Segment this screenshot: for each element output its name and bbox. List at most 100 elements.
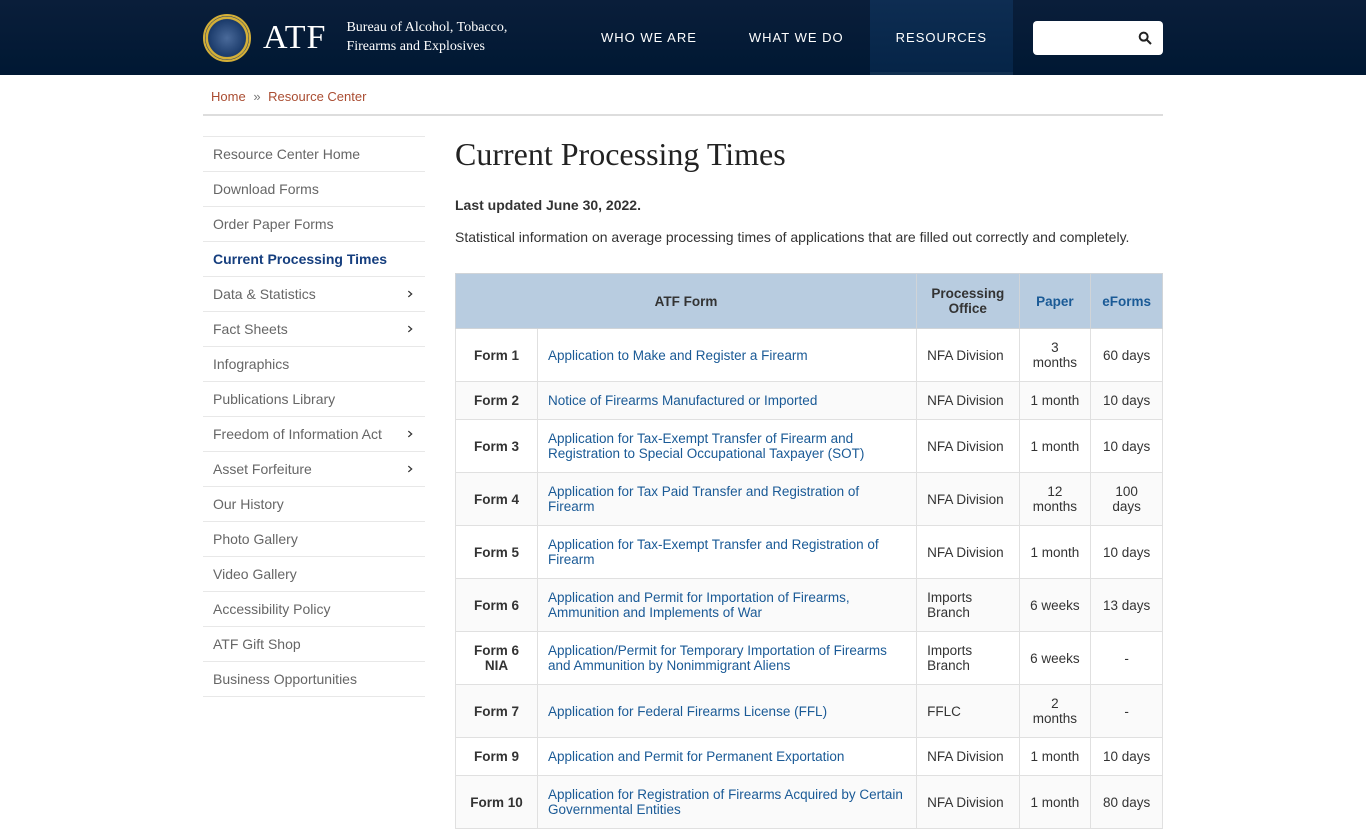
cell-eform: 13 days (1091, 579, 1163, 632)
sidebar-item-label: Photo Gallery (213, 531, 298, 547)
logo-text: ATF (263, 19, 326, 57)
last-updated: Last updated June 30, 2022. (455, 197, 1163, 213)
cell-office: NFA Division (917, 420, 1019, 473)
chevron-right-icon (405, 464, 415, 474)
cell-form-id: Form 2 (456, 382, 538, 420)
cell-eform: 10 days (1091, 382, 1163, 420)
paper-link[interactable]: Paper (1036, 294, 1074, 309)
breadcrumb-sep: » (253, 89, 260, 104)
cell-office: NFA Division (917, 738, 1019, 776)
cell-office: NFA Division (917, 329, 1019, 382)
sidebar-item-label: Business Opportunities (213, 671, 357, 687)
form-link[interactable]: Notice of Firearms Manufactured or Impor… (548, 393, 817, 408)
table-row: Form 2 Notice of Firearms Manufactured o… (456, 382, 1163, 420)
sidebar-item-video-gallery[interactable]: Video Gallery (203, 557, 425, 592)
cell-form-desc: Notice of Firearms Manufactured or Impor… (537, 382, 916, 420)
search-input[interactable] (1043, 30, 1137, 45)
cell-office: NFA Division (917, 382, 1019, 420)
sidebar-item-fact-sheets[interactable]: Fact Sheets (203, 312, 425, 347)
sidebar-item-download-forms[interactable]: Download Forms (203, 172, 425, 207)
cell-paper: 6 weeks (1019, 579, 1091, 632)
cell-office: Imports Branch (917, 632, 1019, 685)
sidebar-item-atf-gift-shop[interactable]: ATF Gift Shop (203, 627, 425, 662)
table-row: Form 1 Application to Make and Register … (456, 329, 1163, 382)
form-link[interactable]: Application and Permit for Importation o… (548, 590, 850, 620)
sidebar-item-photo-gallery[interactable]: Photo Gallery (203, 522, 425, 557)
sidebar-item-infographics[interactable]: Infographics (203, 347, 425, 382)
cell-form-id: Form 6 NIA (456, 632, 538, 685)
cell-eform: 10 days (1091, 526, 1163, 579)
table-row: Form 9 Application and Permit for Perman… (456, 738, 1163, 776)
col-atf-form: ATF Form (456, 274, 917, 329)
brand[interactable]: ATF Bureau of Alcohol, Tobacco, Firearms… (203, 14, 507, 62)
topnav-item-who-we-are[interactable]: WHO WE ARE (575, 0, 723, 75)
cell-form-id: Form 5 (456, 526, 538, 579)
sidebar-item-accessibility-policy[interactable]: Accessibility Policy (203, 592, 425, 627)
chevron-right-icon (405, 324, 415, 334)
cell-eform: 80 days (1091, 776, 1163, 829)
cell-paper: 1 month (1019, 738, 1091, 776)
cell-form-desc: Application for Federal Firearms License… (537, 685, 916, 738)
sidebar-item-label: Resource Center Home (213, 146, 360, 162)
sidebar-item-our-history[interactable]: Our History (203, 487, 425, 522)
form-link[interactable]: Application and Permit for Permanent Exp… (548, 749, 844, 764)
cell-paper: 1 month (1019, 382, 1091, 420)
bureau-line1: Bureau of Alcohol, Tobacco, (346, 19, 507, 38)
cell-eform: - (1091, 685, 1163, 738)
cell-paper: 2 months (1019, 685, 1091, 738)
search-icon[interactable] (1137, 30, 1153, 46)
sidebar-item-label: Download Forms (213, 181, 319, 197)
table-row: Form 3 Application for Tax-Exempt Transf… (456, 420, 1163, 473)
search-box[interactable] (1033, 21, 1163, 55)
form-link[interactable]: Application for Tax-Exempt Transfer of F… (548, 431, 864, 461)
cell-form-desc: Application and Permit for Permanent Exp… (537, 738, 916, 776)
col-paper: Paper (1019, 274, 1091, 329)
sidebar-item-label: Accessibility Policy (213, 601, 330, 617)
form-link[interactable]: Application/Permit for Temporary Importa… (548, 643, 887, 673)
cell-eform: 10 days (1091, 738, 1163, 776)
sidebar-item-label: Freedom of Information Act (213, 426, 382, 442)
sidebar-item-asset-forfeiture[interactable]: Asset Forfeiture (203, 452, 425, 487)
cell-eform: 10 days (1091, 420, 1163, 473)
cell-form-id: Form 7 (456, 685, 538, 738)
topnav-item-what-we-do[interactable]: WHAT WE DO (723, 0, 870, 75)
form-link[interactable]: Application for Registration of Firearms… (548, 787, 903, 817)
sidebar-item-label: Publications Library (213, 391, 335, 407)
cell-form-desc: Application to Make and Register a Firea… (537, 329, 916, 382)
cell-form-id: Form 1 (456, 329, 538, 382)
table-row: Form 10 Application for Registration of … (456, 776, 1163, 829)
page-title: Current Processing Times (455, 136, 1163, 173)
table-row: Form 6 Application and Permit for Import… (456, 579, 1163, 632)
sidebar-item-freedom-of-information-act[interactable]: Freedom of Information Act (203, 417, 425, 452)
breadcrumb-current[interactable]: Resource Center (268, 89, 366, 104)
cell-form-desc: Application for Tax Paid Transfer and Re… (537, 473, 916, 526)
sidebar-item-resource-center-home[interactable]: Resource Center Home (203, 137, 425, 172)
cell-form-id: Form 4 (456, 473, 538, 526)
cell-eform: - (1091, 632, 1163, 685)
cell-form-desc: Application for Tax-Exempt Transfer and … (537, 526, 916, 579)
sidebar-item-business-opportunities[interactable]: Business Opportunities (203, 662, 425, 697)
cell-form-desc: Application for Tax-Exempt Transfer of F… (537, 420, 916, 473)
form-link[interactable]: Application to Make and Register a Firea… (548, 348, 808, 363)
form-link[interactable]: Application for Federal Firearms License… (548, 704, 827, 719)
sidebar-item-current-processing-times[interactable]: Current Processing Times (203, 242, 425, 277)
breadcrumb-home[interactable]: Home (211, 89, 246, 104)
sidebar-item-publications-library[interactable]: Publications Library (203, 382, 425, 417)
cell-form-desc: Application and Permit for Importation o… (537, 579, 916, 632)
sidebar-item-label: Order Paper Forms (213, 216, 334, 232)
eforms-link[interactable]: eForms (1102, 294, 1151, 309)
sidebar-item-order-paper-forms[interactable]: Order Paper Forms (203, 207, 425, 242)
topnav-item-resources[interactable]: RESOURCES (870, 0, 1013, 75)
processing-times-table: ATF Form Processing Office Paper eForms … (455, 273, 1163, 829)
cell-paper: 6 weeks (1019, 632, 1091, 685)
cell-office: NFA Division (917, 473, 1019, 526)
cell-office: Imports Branch (917, 579, 1019, 632)
form-link[interactable]: Application for Tax Paid Transfer and Re… (548, 484, 859, 514)
sidebar-item-data-statistics[interactable]: Data & Statistics (203, 277, 425, 312)
form-link[interactable]: Application for Tax-Exempt Transfer and … (548, 537, 879, 567)
table-row: Form 4 Application for Tax Paid Transfer… (456, 473, 1163, 526)
site-header: ATF Bureau of Alcohol, Tobacco, Firearms… (0, 0, 1366, 75)
top-nav: WHO WE AREWHAT WE DORESOURCES (575, 0, 1163, 75)
cell-paper: 3 months (1019, 329, 1091, 382)
cell-form-desc: Application/Permit for Temporary Importa… (537, 632, 916, 685)
